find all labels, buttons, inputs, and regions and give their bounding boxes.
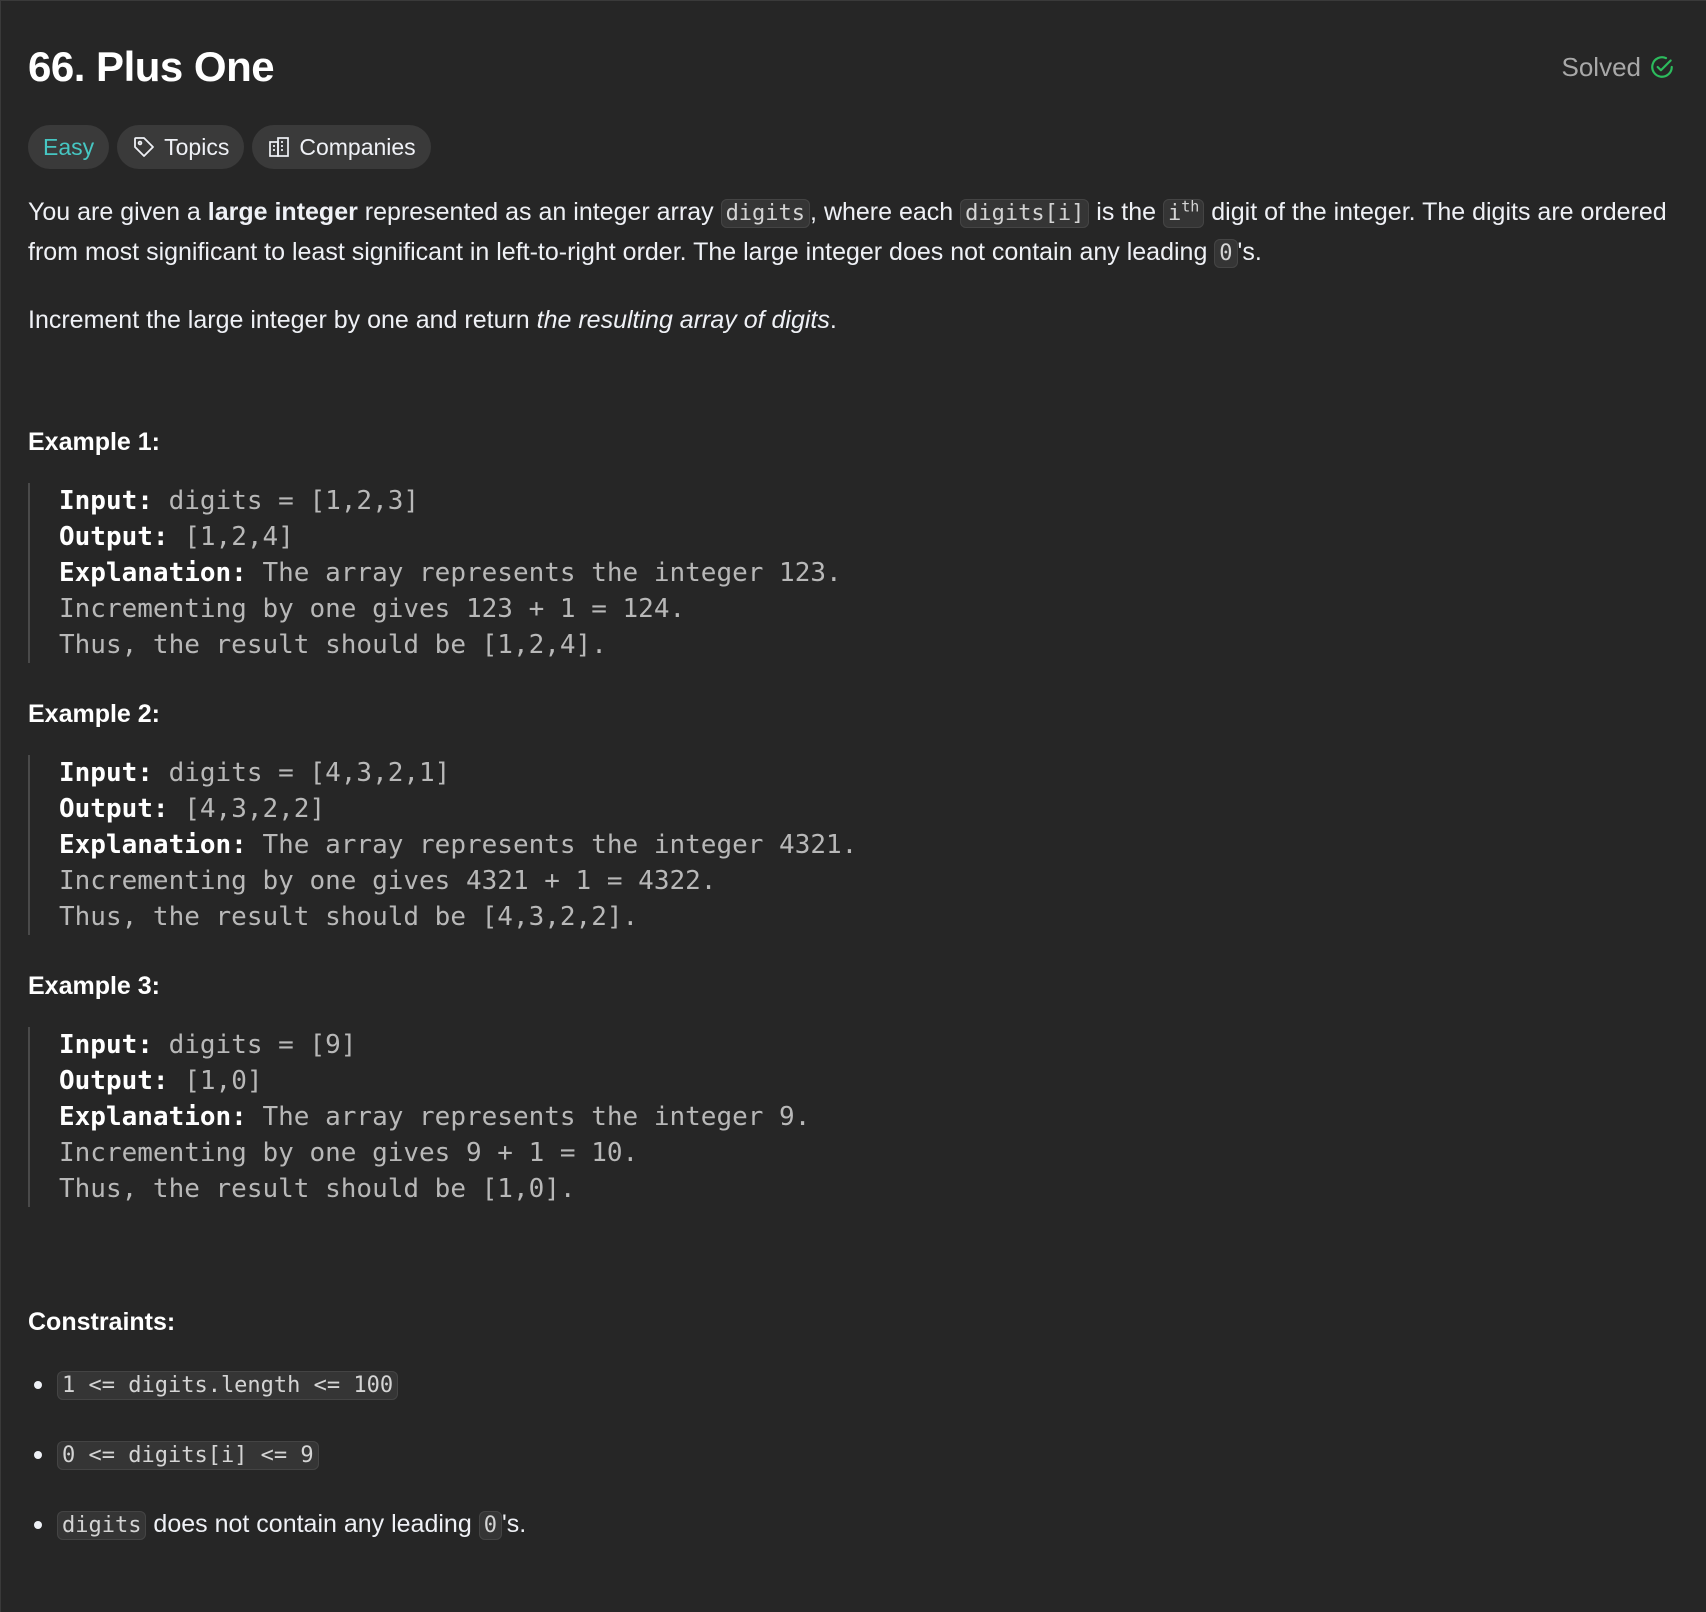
example-title: Example 2:: [28, 700, 161, 728]
inline-code: 0: [478, 1511, 502, 1540]
example-title: Example 3:: [28, 972, 161, 1000]
example-block: Input: digits = [9] Output: [1,0] Explan…: [28, 1027, 1668, 1207]
companies-label: Companies: [299, 133, 416, 160]
inline-code: 1 <= digits.length <= 100: [57, 1371, 399, 1400]
constraint-item: 0 <= digits[i] <= 9: [28, 1435, 1668, 1475]
title-row: 66. Plus One Solved: [28, 39, 1675, 95]
description-paragraph-2: Increment the large integer by one and r…: [28, 306, 837, 334]
constraints-list: 1 <= digits.length <= 100 0 <= digits[i]…: [28, 1365, 1668, 1545]
solved-status: Solved: [1562, 52, 1676, 83]
inline-code: digits[i]: [960, 199, 1090, 228]
example-block: Input: digits = [1,2,3] Output: [1,2,4] …: [28, 483, 1668, 663]
example-block: Input: digits = [4,3,2,1] Output: [4,3,2…: [28, 755, 1668, 935]
example-3: Example 3: Input: digits = [9] Output: […: [28, 967, 1668, 1207]
problem-description-panel: 66. Plus One Solved Easy Topics Companie…: [1, 1, 1706, 1612]
description-paragraph-1: You are given a large integer represente…: [28, 197, 1667, 268]
example-title: Example 1:: [28, 428, 161, 456]
check-circle-icon: [1651, 56, 1673, 78]
problem-content: You are given a large integer represente…: [28, 193, 1668, 1567]
companies-button[interactable]: Companies: [252, 125, 431, 169]
topics-label: Topics: [164, 133, 230, 160]
inline-code: 0: [1214, 239, 1238, 268]
solved-label: Solved: [1561, 51, 1642, 82]
tag-icon: [134, 137, 155, 157]
inline-code: ith: [1163, 199, 1205, 228]
problem-title[interactable]: 66. Plus One: [28, 43, 275, 91]
difficulty-badge: Easy: [28, 125, 110, 169]
inline-code: digits: [720, 199, 811, 228]
inline-code: 0 <= digits[i] <= 9: [57, 1441, 319, 1470]
constraint-item: digits does not contain any leading 0's.: [28, 1505, 1668, 1545]
constraints-section: Constraints: 1 <= digits.length <= 100 0…: [28, 1303, 1668, 1545]
building-icon: [269, 137, 290, 157]
example-1: Example 1: Input: digits = [1,2,3] Outpu…: [28, 423, 1668, 663]
constraint-item: 1 <= digits.length <= 100: [28, 1365, 1668, 1405]
constraints-title: Constraints:: [28, 1308, 176, 1336]
inline-code: digits: [57, 1511, 147, 1540]
bold-term: large integer: [207, 198, 358, 226]
example-2: Example 2: Input: digits = [4,3,2,1] Out…: [28, 695, 1668, 935]
tag-row: Easy Topics Companies: [28, 125, 431, 169]
topics-button[interactable]: Topics: [117, 125, 245, 169]
